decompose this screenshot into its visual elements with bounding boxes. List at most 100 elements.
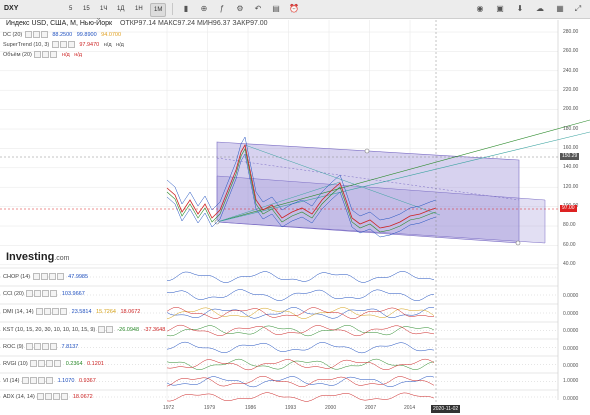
indicator-axis-cci: 0.0000 [563, 293, 579, 299]
indicator-name: ADX (14, 14) [3, 393, 35, 400]
eye-icon[interactable] [51, 41, 59, 48]
open-value: 97.14 [138, 20, 156, 27]
indicator-legend-cci[interactable]: CCI (20) 103.9667 [3, 290, 85, 298]
indicator-name: VI (14) [3, 377, 20, 384]
eye-icon[interactable] [32, 273, 40, 280]
x-tick: 1979 [204, 405, 216, 411]
gear-icon[interactable] [45, 393, 53, 400]
close-icon[interactable] [48, 273, 56, 280]
eye-icon[interactable] [22, 377, 30, 384]
overlay-value: н/д [74, 51, 82, 58]
more-icon[interactable] [60, 308, 68, 315]
indicator-legend-chop[interactable]: CHOP (14) 47.9985 [3, 273, 88, 281]
logo-suffix: .com [54, 255, 70, 262]
current-price-tag: 97.00 [560, 205, 577, 212]
gear-icon[interactable] [105, 326, 113, 333]
overlay-name: SuperTrend (10, 3) [3, 41, 50, 48]
indicator-legend-dmi[interactable]: DMI (14, 14) 23.5814 15.7264 18.0672 [3, 308, 140, 316]
y-tick: 240.00 [563, 68, 579, 74]
more-icon[interactable] [61, 393, 69, 400]
close-value: 97.00 [250, 20, 268, 27]
channel-anchor [515, 240, 521, 246]
chart-title: Индекс USD, США, М, Нью-Йорк ОТКР97.14 М… [6, 20, 268, 27]
close-icon[interactable] [42, 290, 50, 297]
overlay-legend-dc[interactable]: DC (20) 88.2500 99.8900 94.0700 [3, 31, 121, 39]
indicator-legend-roc[interactable]: ROC (9) 7.8137 [3, 343, 78, 351]
overlay-name: DC (20) [3, 31, 23, 38]
y-tick: 160.00 [563, 145, 579, 151]
overlay-legend-volume[interactable]: Объём (20) н/д н/д [3, 51, 82, 59]
close-icon[interactable] [52, 308, 60, 315]
close-icon[interactable] [42, 343, 50, 350]
indicator-name: ROC (9) [3, 343, 24, 350]
indicator-line [166, 307, 435, 319]
eye-icon[interactable] [37, 393, 45, 400]
indicator-legend-vi[interactable]: VI (14) 1.1070 0.9367 [3, 377, 96, 385]
indicator-axis-rvgi: 0.0000 [563, 363, 579, 369]
close-icon[interactable] [40, 31, 48, 38]
gear-icon[interactable] [40, 273, 48, 280]
gear-icon[interactable] [34, 343, 42, 350]
more-icon[interactable] [50, 290, 58, 297]
overlay-name: Объём (20) [3, 51, 32, 58]
more-icon[interactable] [50, 343, 58, 350]
close-icon[interactable] [67, 41, 75, 48]
indicator-value: 15.7264 [96, 308, 116, 315]
indicator-value: 103.9667 [61, 290, 85, 297]
eye-icon[interactable] [26, 290, 34, 297]
gear-icon[interactable] [44, 308, 52, 315]
gear-icon[interactable] [42, 51, 50, 58]
eye-icon[interactable] [30, 360, 38, 367]
gear-icon[interactable] [59, 41, 67, 48]
x-tick: 2014 [404, 405, 416, 411]
indicator-value: 0.2364 [65, 360, 83, 367]
y-tick: 220.00 [563, 87, 579, 93]
overlay-legend-supertrend[interactable]: SuperTrend (10, 3) 97.9470 н/д н/д [3, 41, 124, 49]
indicator-axis-roc: 0.0000 [563, 346, 579, 352]
indicator-axis-dmi: 0.0000 [563, 311, 579, 317]
overlay-value: 97.9470 [79, 41, 100, 48]
indicator-value: 1.1070 [57, 377, 75, 384]
open-label: ОТКР [120, 20, 139, 27]
y-tick: 80.00 [563, 222, 576, 228]
close-icon[interactable] [46, 360, 54, 367]
eye-icon[interactable] [26, 343, 34, 350]
indicator-legend-rvgi[interactable]: RVGI (10) 0.2364 0.1201 [3, 360, 104, 368]
eye-icon[interactable] [34, 51, 42, 58]
indicator-value: 47.9985 [68, 273, 89, 280]
chart-canvas[interactable] [0, 0, 590, 415]
overlay-value: н/д [103, 41, 112, 48]
overlay-value: 99.8900 [76, 31, 97, 38]
indicator-value: 7.8137 [61, 343, 79, 350]
y-tick: 60.00 [563, 242, 576, 248]
more-icon[interactable] [54, 360, 62, 367]
y-tick: 40.00 [563, 261, 576, 267]
x-tick: 2007 [365, 405, 377, 411]
x-tick: 1986 [245, 405, 257, 411]
overlay-value: 88.2500 [52, 31, 73, 38]
close-icon[interactable] [38, 377, 46, 384]
close-icon[interactable] [53, 393, 61, 400]
eye-icon[interactable] [97, 326, 105, 333]
more-icon[interactable] [46, 377, 54, 384]
high-value: 97.24 [177, 20, 196, 27]
eye-icon[interactable] [36, 308, 44, 315]
ohlc-readout: ОТКР97.14 МАКС97.24 МИН96.37 ЗАКР97.00 [120, 20, 268, 27]
indicator-legend-kst[interactable]: KST (10, 15, 20, 30, 10, 10, 10, 15, 9) … [3, 326, 165, 334]
more-icon[interactable] [56, 273, 64, 280]
crosshair-date-tag: 2020-11-02 [431, 405, 461, 413]
gear-icon[interactable] [32, 31, 40, 38]
close-icon[interactable] [50, 51, 58, 58]
y-tick: 200.00 [563, 106, 579, 112]
gear-icon[interactable] [38, 360, 46, 367]
gear-icon[interactable] [34, 290, 42, 297]
investing-logo: Investing.com [6, 251, 69, 263]
indicator-legend-adx[interactable]: ADX (14, 14) 18.0672 [3, 393, 93, 401]
x-tick: 2000 [325, 405, 337, 411]
indicator-value: 23.5814 [71, 308, 92, 315]
channel-anchor [364, 148, 370, 154]
x-tick: 1972 [163, 405, 175, 411]
eye-icon[interactable] [24, 31, 32, 38]
indicator-name: RVGI (10) [3, 360, 28, 367]
gear-icon[interactable] [30, 377, 38, 384]
